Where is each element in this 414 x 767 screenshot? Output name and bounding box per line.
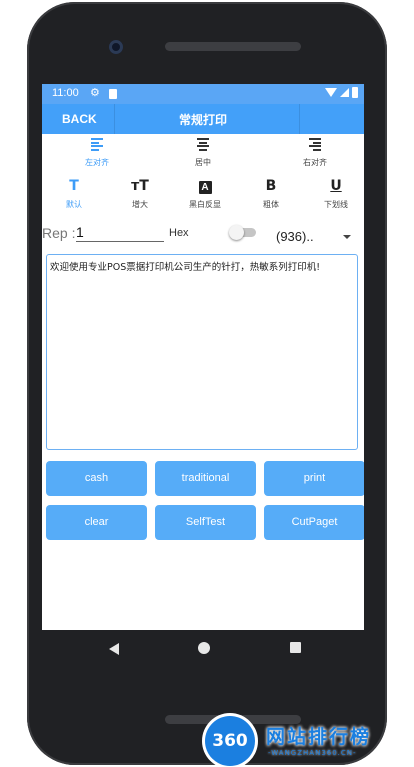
wifi-icon (325, 88, 337, 97)
nav-bar (42, 630, 364, 670)
underline-icon: U (330, 178, 342, 194)
appbar-right-slot (299, 104, 364, 134)
align-left-label: 左对齐 (85, 158, 109, 167)
status-time: 11:00 (52, 87, 79, 99)
align-center-option[interactable]: 居中 (168, 136, 238, 172)
format-underline-option[interactable]: U 下划线 (301, 178, 364, 214)
format-default-label: 默认 (66, 200, 82, 209)
status-bar: 11:00 ⚙ (42, 84, 364, 104)
format-underline-label: 下划线 (324, 200, 348, 209)
front-camera (109, 40, 123, 54)
codepage-spinner[interactable]: (936).. (276, 229, 314, 244)
hex-label: Hex (169, 227, 189, 239)
nav-back-icon[interactable] (109, 643, 119, 655)
format-bold-label: 粗体 (263, 200, 279, 209)
traditional-button[interactable]: traditional (155, 461, 256, 496)
print-text-area[interactable]: 欢迎使用专业POS票据打印机公司生产的针打，热敏系列打印机! (46, 254, 358, 450)
rep-label: Rep : (42, 225, 76, 241)
nav-home-icon[interactable] (198, 642, 210, 654)
align-right-option[interactable]: 右对齐 (280, 136, 350, 172)
cutpaget-button[interactable]: CutPaget (264, 505, 364, 540)
gear-icon: ⚙ (90, 86, 100, 99)
text-size-icon: тT (131, 178, 149, 194)
app-bar: 常规打印 BACK (42, 104, 364, 134)
format-size-label: 增大 (132, 200, 148, 209)
dropdown-arrow-icon[interactable] (343, 235, 351, 239)
alignment-options: 左对齐 居中 右对齐 (42, 136, 364, 172)
sd-card-icon (109, 89, 117, 99)
print-button[interactable]: print (264, 461, 364, 496)
format-invert-label: 黑白反显 (189, 200, 221, 209)
cash-button[interactable]: cash (46, 461, 147, 496)
format-options: T 默认 тT 增大 A 黑白反显 B 粗体 U 下划线 (42, 178, 364, 214)
align-left-icon (62, 136, 132, 152)
status-icons (325, 87, 358, 100)
format-bold-option[interactable]: B 粗体 (236, 178, 306, 214)
battery-icon (352, 87, 358, 98)
nav-recent-icon[interactable] (290, 642, 301, 653)
signal-icon (340, 88, 349, 97)
align-right-label: 右对齐 (303, 158, 327, 167)
back-button-label: BACK (62, 112, 97, 126)
align-left-option[interactable]: 左对齐 (62, 136, 132, 172)
hex-toggle-knob (229, 225, 244, 240)
invert-icon-wrap: A (170, 178, 240, 194)
back-button[interactable]: BACK (42, 104, 115, 134)
align-center-label: 居中 (195, 158, 211, 167)
watermark-url: -WANGZHAN360.CN- (268, 749, 357, 757)
watermark-logo: 360 (205, 716, 255, 766)
hex-toggle[interactable] (229, 225, 256, 240)
watermark: 360 网站排行榜 -WANGZHAN360.CN- (203, 714, 414, 767)
align-right-icon (280, 136, 350, 152)
format-default-option[interactable]: T 默认 (42, 178, 109, 214)
top-speaker (165, 42, 301, 51)
align-center-icon (168, 136, 238, 152)
format-size-option[interactable]: тT 增大 (105, 178, 175, 214)
clear-button[interactable]: clear (46, 505, 147, 540)
app-screen: 11:00 ⚙ 常规打印 BACK 左对齐 居中 右对齐 T 默认 тT 增大 … (42, 84, 364, 630)
selftest-button[interactable]: SelfTest (155, 505, 256, 540)
text-default-icon: T (69, 178, 79, 194)
rep-input[interactable] (76, 223, 164, 242)
bold-icon: B (265, 178, 277, 194)
watermark-title: 网站排行榜 (266, 726, 372, 748)
invert-icon: A (198, 181, 212, 194)
format-invert-option[interactable]: A 黑白反显 (170, 178, 240, 214)
